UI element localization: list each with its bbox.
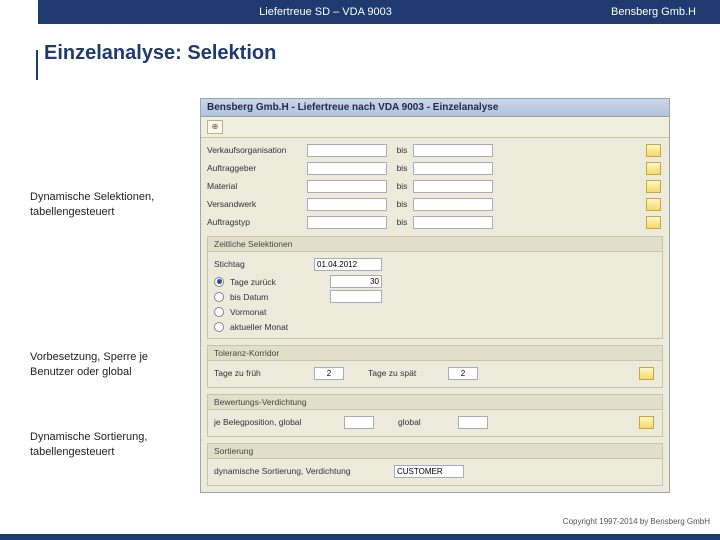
- sort-field[interactable]: CUSTOMER: [394, 465, 464, 478]
- sel-to-field[interactable]: [413, 180, 493, 193]
- sel-to-field[interactable]: [413, 216, 493, 229]
- days-back-field[interactable]: 30: [330, 275, 382, 288]
- group-title: Bewertungs-Verdichtung: [208, 395, 662, 410]
- sel-to-field[interactable]: [413, 198, 493, 211]
- side-label-sorting: Dynamische Sortierung,tabellengesteuert: [30, 430, 147, 460]
- multi-select-button[interactable]: [639, 367, 654, 380]
- sel-bis: bis: [391, 145, 413, 155]
- tol-early-label: Tage zu früh: [214, 368, 314, 378]
- bew-field2[interactable]: [458, 416, 488, 429]
- title-tick: [36, 50, 38, 80]
- multi-select-button[interactable]: [646, 144, 661, 157]
- radio-label: Vormonat: [230, 307, 330, 317]
- sel-to-field[interactable]: [413, 144, 493, 157]
- sel-from-field[interactable]: [307, 162, 387, 175]
- sap-body: Verkaufsorganisation bis Auftraggeber bi…: [201, 138, 669, 492]
- multi-select-button[interactable]: [646, 162, 661, 175]
- radio-current-month[interactable]: [214, 322, 224, 332]
- multi-select-button[interactable]: [639, 416, 654, 429]
- header-notch: [0, 0, 40, 24]
- until-date-field[interactable]: [330, 290, 382, 303]
- toolbar-button[interactable]: ⊕: [207, 120, 223, 134]
- footer-bar: [0, 534, 720, 540]
- multi-select-button[interactable]: [646, 198, 661, 211]
- bew-field1[interactable]: [344, 416, 374, 429]
- sel-bis: bis: [391, 181, 413, 191]
- group-title: Toleranz-Korridor: [208, 346, 662, 361]
- bew-label2: global: [398, 417, 458, 427]
- radio-label: bis Datum: [230, 292, 330, 302]
- sel-bis: bis: [391, 199, 413, 209]
- sel-from-field[interactable]: [307, 198, 387, 211]
- sel-label: Auftragstyp: [207, 217, 307, 227]
- sort-label: dynamische Sortierung, Verdichtung: [214, 466, 394, 476]
- sel-from-field[interactable]: [307, 216, 387, 229]
- sel-label: Auftraggeber: [207, 163, 307, 173]
- side-label-preset: Vorbesetzung, Sperre jeBenutzer oder glo…: [30, 350, 148, 380]
- group-title: Zeitliche Selektionen: [208, 237, 662, 252]
- tol-early-field[interactable]: 2: [314, 367, 344, 380]
- stichtag-label: Stichtag: [214, 259, 314, 269]
- group-tolerance: Toleranz-Korridor Tage zu früh 2 Tage zu…: [207, 345, 663, 388]
- group-evaluation: Bewertungs-Verdichtung je Belegposition,…: [207, 394, 663, 437]
- sel-bis: bis: [391, 163, 413, 173]
- sap-toolbar: ⊕: [201, 117, 669, 138]
- sel-row: Auftragstyp bis: [207, 214, 663, 230]
- sel-from-field[interactable]: [307, 180, 387, 193]
- header-title: Liefertreue SD – VDA 9003: [40, 6, 611, 18]
- sap-window: Bensberg Gmb.H - Liefertreue nach VDA 90…: [200, 98, 670, 493]
- side-label-selections: Dynamische Selektionen,tabellengesteuert: [30, 190, 154, 220]
- radio-days-back[interactable]: [214, 277, 224, 287]
- sel-label: Versandwerk: [207, 199, 307, 209]
- sel-row: Auftraggeber bis: [207, 160, 663, 176]
- radio-label: aktueller Monat: [230, 322, 330, 332]
- sel-from-field[interactable]: [307, 144, 387, 157]
- header-bar: Liefertreue SD – VDA 9003 Bensberg Gmb.H: [0, 0, 720, 24]
- group-time: Zeitliche Selektionen Stichtag 01.04.201…: [207, 236, 663, 339]
- copyright: Copyright 1997-2014 by Bensberg GmbH: [563, 517, 710, 526]
- sel-label: Material: [207, 181, 307, 191]
- radio-prev-month[interactable]: [214, 307, 224, 317]
- sel-to-field[interactable]: [413, 162, 493, 175]
- multi-select-button[interactable]: [646, 180, 661, 193]
- sel-row: Versandwerk bis: [207, 196, 663, 212]
- header-brand: Bensberg Gmb.H: [611, 6, 720, 18]
- group-sort: Sortierung dynamische Sortierung, Verdic…: [207, 443, 663, 486]
- sel-bis: bis: [391, 217, 413, 227]
- tol-late-label: Tage zu spät: [368, 368, 448, 378]
- radio-until-date[interactable]: [214, 292, 224, 302]
- stichtag-field[interactable]: 01.04.2012: [314, 258, 382, 271]
- sel-label: Verkaufsorganisation: [207, 145, 307, 155]
- tol-late-field[interactable]: 2: [448, 367, 478, 380]
- radio-label: Tage zurück: [230, 277, 330, 287]
- slide-title: Einzelanalyse: Selektion: [44, 42, 720, 65]
- sel-row: Material bis: [207, 178, 663, 194]
- sel-row: Verkaufsorganisation bis: [207, 142, 663, 158]
- multi-select-button[interactable]: [646, 216, 661, 229]
- bew-label1: je Belegposition, global: [214, 417, 344, 427]
- sap-window-title: Bensberg Gmb.H - Liefertreue nach VDA 90…: [201, 99, 669, 117]
- group-title: Sortierung: [208, 444, 662, 459]
